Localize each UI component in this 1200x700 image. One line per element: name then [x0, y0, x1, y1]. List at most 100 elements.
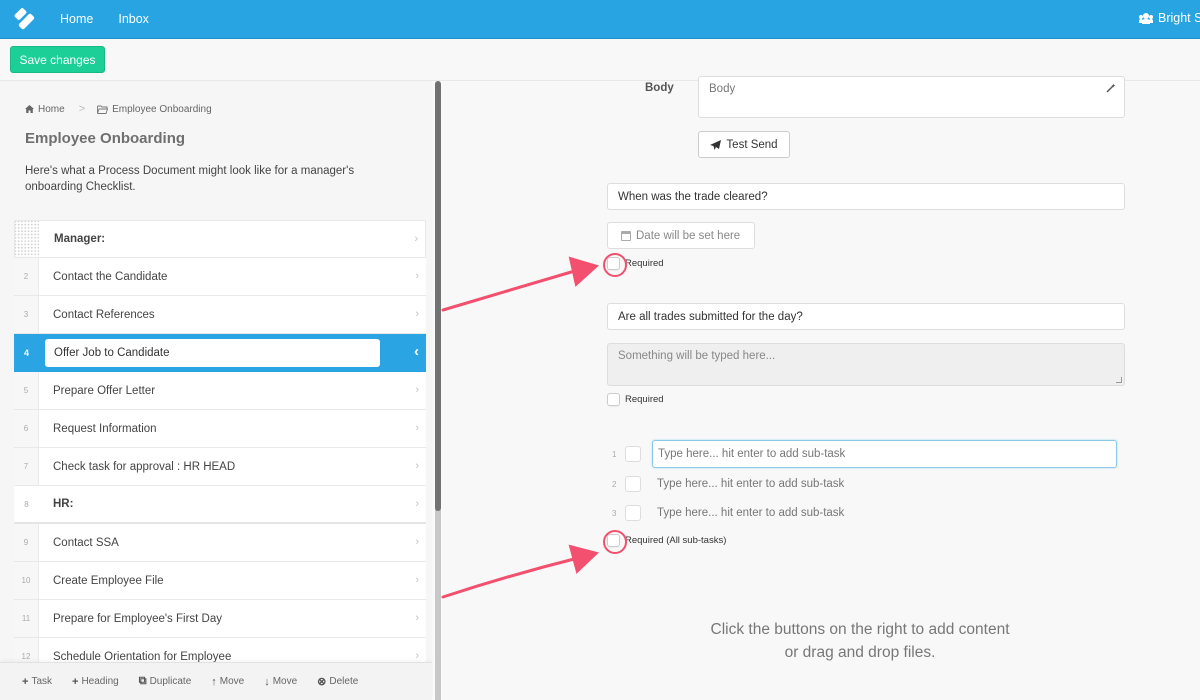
task-label: Contact References	[53, 308, 155, 321]
chevron-right-icon: ›	[415, 650, 419, 662]
page-title: Employee Onboarding	[25, 130, 186, 147]
task-row[interactable]: 11 Prepare for Employee's First Day ›	[14, 600, 426, 638]
action-label: Move	[219, 676, 245, 687]
task-row[interactable]: 3 Contact References ›	[14, 296, 426, 334]
action-label: Move	[272, 676, 298, 687]
task-row[interactable]: 10 Create Employee File ›	[14, 562, 426, 600]
drag-handle-icon[interactable]	[15, 221, 39, 257]
action-label: Duplicate	[149, 676, 192, 687]
top-navbar: Home Inbox Bright St	[0, 0, 1200, 39]
task-label: Schedule Orientation for Employee	[53, 650, 232, 663]
subtasks-required-row: Required (All sub-tasks)	[607, 534, 726, 547]
nav-home[interactable]: Home	[60, 12, 93, 26]
task-row[interactable]: 7 Check task for approval : HR HEAD ›	[14, 448, 426, 486]
resize-handle-icon[interactable]	[1116, 377, 1122, 383]
task-list: Manager: › 2 Contact the Candidate › 3 Contact…	[14, 220, 426, 676]
subtask-input[interactable]: Type here... hit enter to add sub-task	[652, 470, 844, 498]
task-label: HR:	[53, 498, 74, 510]
task-row[interactable]: 6 Request Information ›	[14, 410, 426, 448]
body-input[interactable]: Body	[698, 76, 1125, 118]
chevron-right-icon: ›	[415, 498, 419, 510]
subtask-checkbox[interactable]	[625, 446, 641, 462]
save-changes-button[interactable]: Save changes	[10, 46, 105, 73]
chevron-right-icon: ›	[415, 574, 419, 586]
hint-line-2: or drag and drop files.	[784, 644, 936, 661]
task-actions-bar: + Task + Heading ⧉ Duplicate ↑ Move ↓ Move ⊗ Delete	[0, 662, 432, 700]
hint-line-1: Click the buttons on the right to add co…	[710, 621, 1010, 638]
task-row[interactable]: 9 Contact SSA ›	[14, 524, 426, 562]
task-number: 8	[14, 486, 39, 522]
move-up-icon: ↑	[211, 675, 217, 688]
chevron-right-icon: ›	[415, 460, 419, 472]
add-content-hint: Click the buttons on the right to add co…	[650, 618, 1070, 664]
add-heading-button[interactable]: + Heading	[72, 676, 119, 688]
chevron-right-icon: ›	[415, 308, 419, 320]
task-number: 4	[14, 334, 39, 371]
task-label: Manager:	[54, 233, 106, 245]
task-number: 11	[14, 600, 39, 637]
subtasks-required-label: Required (All sub-tasks)	[625, 535, 727, 546]
subtask-checkbox[interactable]	[625, 476, 641, 492]
breadcrumb-home[interactable]: Home	[38, 104, 65, 115]
subtask-checkbox[interactable]	[625, 505, 641, 521]
breadcrumb-current[interactable]: Employee Onboarding	[112, 104, 212, 115]
subtask-input[interactable]: Type here... hit enter to add sub-task	[652, 440, 1117, 468]
right-panel	[443, 81, 1200, 700]
task-number: 7	[14, 448, 39, 485]
magic-wand-icon[interactable]	[1106, 83, 1116, 93]
duplicate-button[interactable]: ⧉ Duplicate	[139, 675, 192, 688]
text-question-input[interactable]: Are all trades submitted for the day?	[607, 303, 1125, 330]
date-required-label: Required	[625, 258, 664, 269]
text-answer-placeholder: Something will be typed here...	[618, 350, 776, 362]
add-heading-icon: +	[72, 675, 79, 688]
page-description: Here's what a Process Document might loo…	[25, 165, 355, 193]
task-row[interactable]: 4 Offer Job to Candidate ‹	[14, 334, 426, 372]
delete-button[interactable]: ⊗ Delete	[317, 675, 358, 688]
add-task-icon: +	[22, 675, 29, 688]
add-task-button[interactable]: + Task	[22, 676, 52, 688]
date-placeholder: Date will be set here	[636, 229, 741, 242]
scrollbar-track-lower	[435, 490, 441, 700]
action-label: Heading	[81, 676, 119, 687]
task-label: Prepare for Employee's First Day	[53, 612, 223, 625]
duplicate-icon: ⧉	[138, 675, 147, 687]
paper-plane-icon	[710, 139, 722, 150]
task-label: Request Information	[53, 422, 157, 435]
task-number: 6	[14, 410, 39, 447]
app-logo-icon[interactable]	[13, 7, 35, 30]
nav-inbox[interactable]: Inbox	[118, 12, 149, 26]
subtasks-required-checkbox[interactable]	[607, 534, 620, 547]
breadcrumb: Home > Employee Onboarding	[25, 103, 212, 115]
body-label: Body	[645, 82, 674, 94]
date-question-input[interactable]: When was the trade cleared?	[607, 183, 1125, 210]
subtask-row: 2	[612, 476, 641, 492]
scrollbar-thumb[interactable]	[435, 81, 441, 511]
task-row[interactable]: 5 Prepare Offer Letter ›	[14, 372, 426, 410]
task-row[interactable]: 2 Contact the Candidate ›	[14, 258, 426, 296]
delete-icon: ⊗	[317, 676, 327, 688]
move-up-button[interactable]: ↑ Move	[211, 676, 244, 688]
organization-name: Bright St	[1158, 11, 1200, 25]
task-label: Contact the Candidate	[53, 270, 168, 283]
subtask-row: 3	[612, 505, 641, 521]
task-name-input[interactable]: Offer Job to Candidate	[45, 339, 380, 367]
subtask-row: 1	[612, 446, 641, 462]
date-required-checkbox[interactable]	[607, 257, 620, 270]
task-label: Check task for approval : HR HEAD	[53, 460, 236, 473]
date-required-row: Required	[607, 257, 664, 270]
chevron-left-icon: ‹	[414, 343, 419, 360]
text-required-row: Required	[607, 393, 664, 406]
test-send-button[interactable]: Test Send	[698, 131, 790, 158]
move-down-button[interactable]: ↓ Move	[264, 676, 297, 688]
text-required-checkbox[interactable]	[607, 393, 620, 406]
date-picker-field[interactable]: Date will be set here	[607, 222, 755, 249]
subtask-input[interactable]: Type here... hit enter to add sub-task	[652, 499, 844, 527]
task-heading-row[interactable]: 8 HR: ›	[14, 486, 426, 524]
organization-menu[interactable]: Bright St	[1139, 11, 1200, 25]
subtask-number: 2	[612, 479, 617, 489]
text-answer-textarea[interactable]: Something will be typed here...	[607, 343, 1125, 386]
task-label: Prepare Offer Letter	[53, 384, 156, 397]
task-heading-row[interactable]: Manager: ›	[14, 220, 426, 258]
task-number: 3	[14, 296, 39, 333]
folder-open-icon	[97, 105, 109, 114]
